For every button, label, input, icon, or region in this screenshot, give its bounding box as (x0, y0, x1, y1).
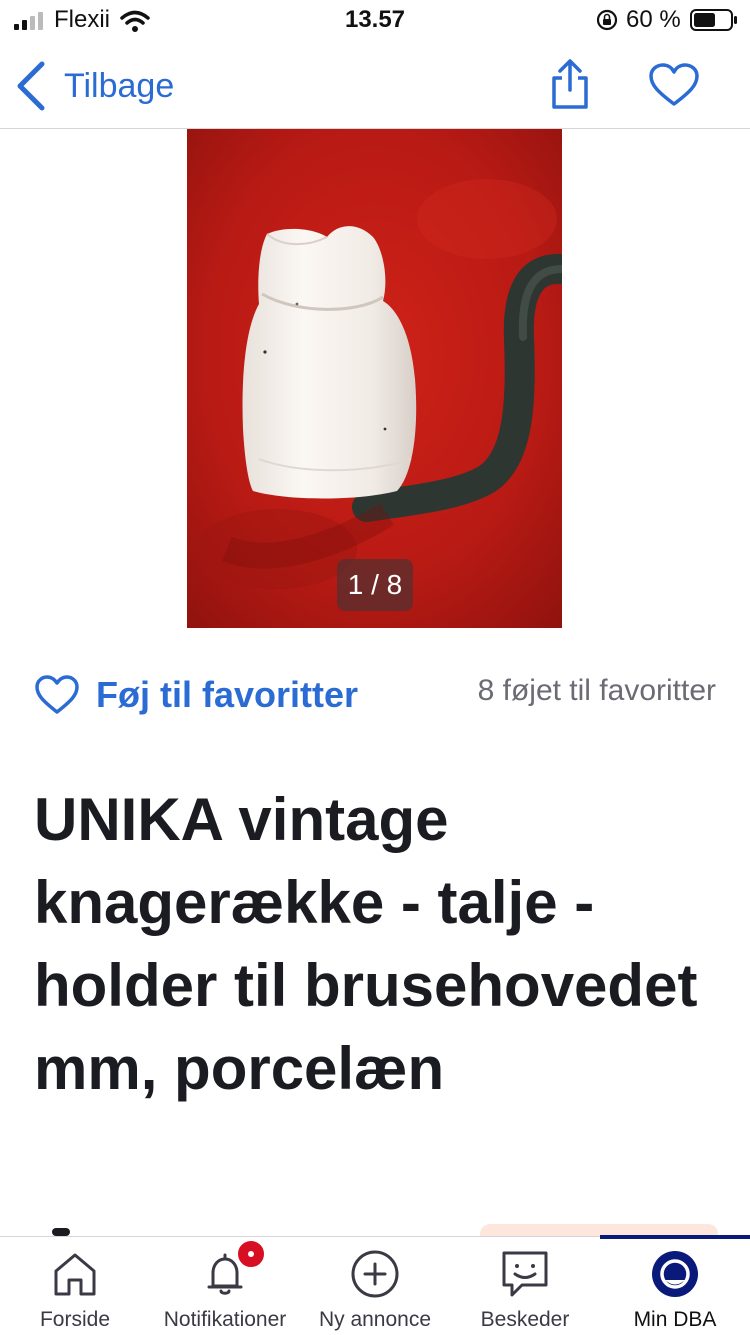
status-bar: Flexii 13.57 60 % (0, 0, 750, 44)
rotation-lock-icon (596, 9, 618, 31)
add-to-favorites-label: Føj til favoritter (96, 674, 359, 715)
tab-ny-annonce[interactable]: Ny annonce (300, 1237, 450, 1335)
chat-icon (502, 1251, 548, 1297)
favorite-row: Føj til favoritter 8 føjet til favoritte… (0, 660, 750, 730)
back-label: Tilbage (64, 66, 175, 105)
notification-badge (236, 1239, 266, 1269)
tab-label: Forside (39, 1308, 111, 1331)
heart-outline-icon[interactable] (648, 62, 700, 108)
tab-label: Notifikationer (163, 1308, 287, 1331)
content-peek (52, 1228, 70, 1236)
tab-beskeder[interactable]: Beskeder (450, 1237, 600, 1335)
tab-min-dba[interactable]: Min DBA (600, 1235, 750, 1335)
home-icon (54, 1253, 96, 1296)
add-to-favorites-button[interactable]: Føj til favoritter (34, 660, 358, 730)
plus-circle-icon (351, 1250, 399, 1298)
tab-label: Beskeder (480, 1308, 570, 1331)
share-icon[interactable] (548, 58, 592, 110)
battery-percent: 60 % (626, 6, 681, 33)
back-button[interactable]: Tilbage (14, 56, 174, 116)
tab-notifikationer[interactable]: Notifikationer (150, 1237, 300, 1335)
profile-icon (652, 1251, 698, 1297)
active-tab-indicator (600, 1235, 750, 1239)
listing-title: UNIKA vintage knagerække - talje - holde… (34, 786, 698, 1102)
listing-photo-gallery[interactable]: 1 / 8 (187, 129, 562, 628)
tab-label: Min DBA (633, 1308, 717, 1331)
image-counter: 1 / 8 (337, 559, 413, 611)
navigation-bar: Tilbage (0, 44, 750, 129)
battery-icon (690, 9, 737, 31)
tab-label: Ny annonce (318, 1308, 432, 1331)
favorites-count: 8 føjet til favoritter (477, 674, 716, 707)
heart-outline-icon (35, 675, 79, 714)
chevron-left-icon (17, 61, 45, 111)
listing-photo (187, 129, 562, 628)
bottom-tab-bar: Forside Notifikationer Ny annonce Besked… (0, 1235, 750, 1335)
tab-forside[interactable]: Forside (0, 1237, 150, 1335)
